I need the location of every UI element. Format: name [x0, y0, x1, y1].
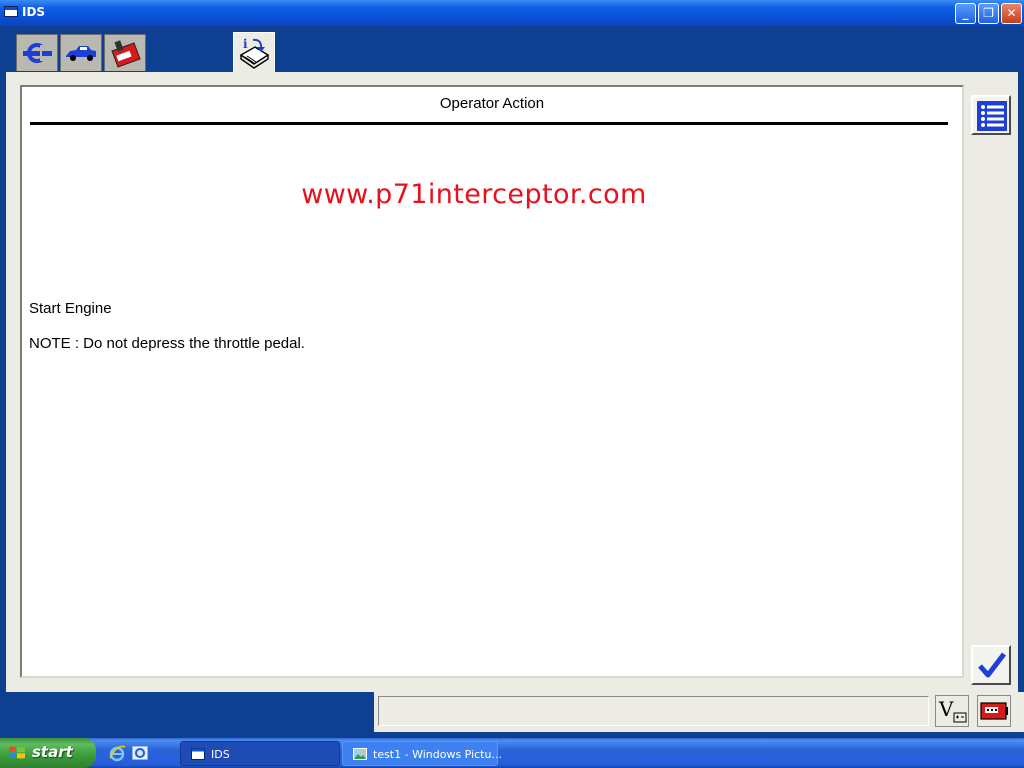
- voltage-status[interactable]: V: [935, 695, 969, 727]
- window-icon: [191, 748, 205, 760]
- voltage-icon: V: [938, 697, 967, 723]
- start-label: start: [32, 743, 73, 761]
- taskbar-item-label: test1 - Windows Pictu...: [373, 748, 502, 761]
- taskbar-item-label: IDS: [211, 748, 230, 761]
- taskbar-item-picture-viewer[interactable]: test1 - Windows Pictu...: [342, 741, 502, 766]
- show-desktop-icon[interactable]: [131, 744, 149, 762]
- battery-icon: [980, 702, 1008, 720]
- toolbox-icon: [111, 40, 141, 68]
- note-text: NOTE : Do not depress the throttle pedal…: [29, 335, 305, 352]
- operator-action-content: Operator Action www.p71interceptor.com S…: [20, 85, 964, 678]
- restore-button[interactable]: ❐: [978, 3, 999, 24]
- taskbar: start IDS test1 - Windows Pictu...: [0, 738, 1024, 768]
- close-button[interactable]: ✕: [1001, 3, 1022, 24]
- svg-text:i: i: [243, 37, 248, 51]
- connector-icon: [23, 43, 52, 63]
- info-book-icon: i: [239, 37, 270, 69]
- status-panel: V: [374, 692, 1024, 732]
- windows-flag-icon: [9, 746, 25, 759]
- start-button[interactable]: start: [0, 738, 96, 768]
- internet-explorer-icon[interactable]: [108, 744, 126, 762]
- app-area: i Operator Action www.p71interceptor.com…: [0, 26, 1024, 738]
- picture-viewer-icon: [353, 748, 367, 760]
- vehicle-icon: [66, 46, 96, 61]
- page-title: Operator Action: [439, 95, 545, 112]
- window-title: IDS: [22, 5, 46, 19]
- status-field: [378, 696, 929, 726]
- watermark-url: www.p71interceptor.com: [301, 179, 647, 210]
- confirm-button[interactable]: [971, 645, 1011, 685]
- svg-text:V: V: [938, 697, 954, 721]
- taskbar-item-ids[interactable]: IDS: [180, 741, 340, 766]
- tab-connector[interactable]: [16, 34, 58, 71]
- checkmark-icon: [978, 652, 1006, 678]
- tab-vehicle[interactable]: [60, 34, 102, 71]
- toolbar-tabs: i: [0, 26, 1024, 72]
- minimize-button[interactable]: _: [955, 3, 976, 24]
- status-row: V: [0, 692, 1024, 734]
- main-panel: Operator Action www.p71interceptor.com S…: [6, 72, 1018, 692]
- window-titlebar[interactable]: IDS _ ❐ ✕: [0, 0, 1024, 26]
- tab-toolbox[interactable]: [104, 34, 146, 71]
- heading-divider: [30, 122, 948, 125]
- tab-info[interactable]: i: [233, 32, 275, 72]
- battery-status[interactable]: [977, 695, 1011, 727]
- list-button[interactable]: [971, 95, 1011, 135]
- list-icon: [977, 101, 1007, 131]
- instruction-text: Start Engine: [29, 300, 112, 317]
- app-window-icon: [4, 6, 18, 17]
